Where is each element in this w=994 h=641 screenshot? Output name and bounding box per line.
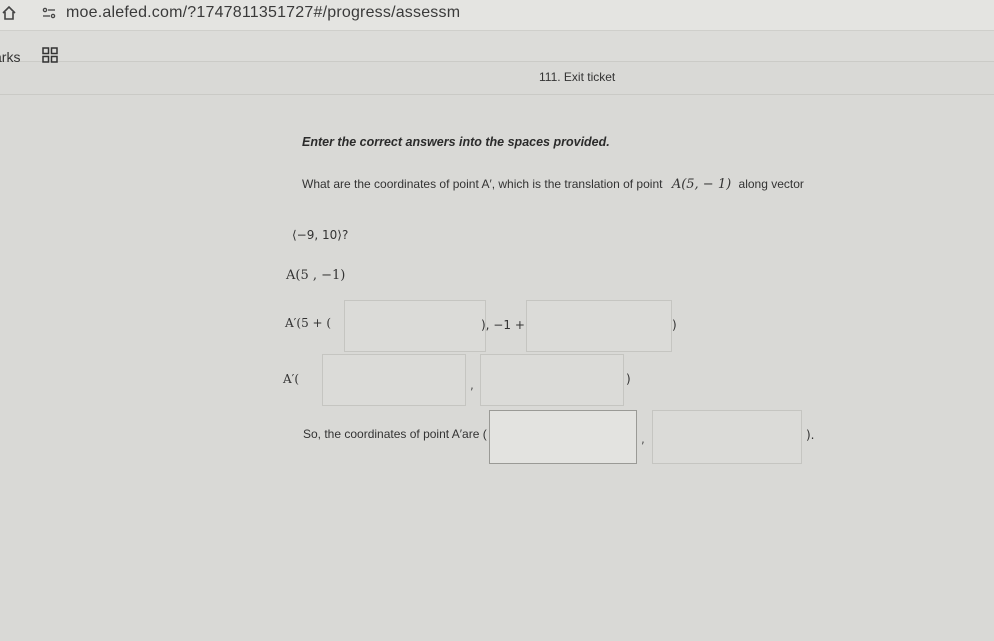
divider (0, 94, 994, 95)
home-icon[interactable] (2, 6, 16, 20)
final-end: ). (806, 428, 815, 442)
bookmarks-label[interactable]: arks (0, 49, 20, 65)
answer-input-step2-x[interactable] (344, 300, 486, 352)
answer-input-final-x[interactable] (489, 410, 637, 464)
site-settings-icon[interactable] (42, 6, 56, 20)
answer-input-step3-x[interactable] (322, 354, 466, 406)
answer-input-step2-y[interactable] (526, 300, 672, 352)
point-math: A(5, − 1) (671, 177, 732, 192)
url-text[interactable]: moe.alefed.com/?1747811351727#/progress/… (66, 4, 460, 22)
vector-math: ⟨−9, 10⟩? (292, 228, 349, 242)
page-title: 111. Exit ticket (539, 70, 616, 84)
question-lead: What are the coordinates of point A′, wh… (302, 177, 663, 191)
bookmarks-bar: arks (0, 31, 994, 65)
step3-end: ) (626, 372, 631, 386)
final-comma: , (641, 432, 645, 446)
final-lead: So, the coordinates of point A′are ( (303, 427, 487, 441)
step2-end: ) (672, 318, 677, 332)
instruction-text: Enter the correct answers into the space… (302, 135, 610, 149)
answer-input-step3-y[interactable] (480, 354, 624, 406)
step3-lead: A′( (283, 372, 300, 386)
step2-lead: A′(5 + ( (285, 316, 332, 330)
question-suffix: along vector (738, 177, 804, 191)
step2-mid: ), −1 + (481, 318, 525, 332)
answer-input-final-y[interactable] (652, 410, 802, 464)
browser-address-bar: moe.alefed.com/?1747811351727#/progress/… (0, 0, 994, 31)
apps-grid-icon[interactable] (42, 47, 58, 63)
step3-comma: , (470, 378, 474, 392)
question-text: What are the coordinates of point A′, wh… (302, 177, 804, 192)
step1-math: A(5 , −1) (286, 268, 346, 283)
